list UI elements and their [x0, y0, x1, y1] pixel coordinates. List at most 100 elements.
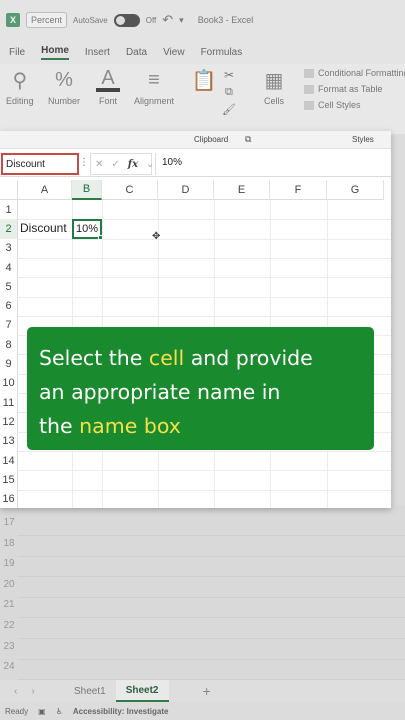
row-header-11[interactable]: 11	[0, 393, 18, 413]
row-header-21[interactable]: 21	[0, 599, 18, 610]
percent-icon: %	[55, 68, 73, 91]
row-header-9[interactable]: 9	[0, 354, 18, 374]
insert-function-icon[interactable]: fx	[128, 159, 138, 170]
tab-insert[interactable]: Insert	[85, 47, 110, 58]
fill-handle[interactable]	[98, 235, 103, 240]
row-header-3[interactable]: 3	[0, 238, 18, 258]
more-icon[interactable]: ⋮	[79, 157, 89, 168]
sheet-tab-sheet1[interactable]: Sheet1	[64, 680, 116, 702]
copy-icon[interactable]: ⧉	[225, 86, 233, 99]
tab-view[interactable]: View	[163, 47, 185, 58]
callout-highlight-name-box: name box	[79, 414, 181, 438]
ribbon-tabs: File Home Insert Data View Formulas	[0, 40, 405, 64]
editing-group[interactable]: ⚲ Editing	[6, 68, 34, 107]
row-header-17[interactable]: 17	[0, 517, 18, 528]
chevron-down-icon[interactable]: ⌄	[146, 159, 154, 170]
row-header-13[interactable]: 13	[0, 431, 18, 451]
row-header-2[interactable]: 2	[0, 219, 18, 239]
alignment-label: Alignment	[134, 96, 175, 106]
chevron-down-icon[interactable]: ▾	[179, 15, 184, 26]
row-header-1[interactable]: 1	[0, 200, 18, 220]
paste-icon: 📋	[191, 69, 217, 92]
instruction-callout: Select the cell and provide an appropria…	[27, 327, 374, 450]
number-group[interactable]: % Number	[48, 68, 80, 107]
row-header-16[interactable]: 16	[0, 489, 18, 508]
row-header-18[interactable]: 18	[0, 538, 18, 549]
font-color-icon: A	[96, 67, 120, 92]
cell-b2-value: 10%	[75, 223, 99, 235]
row-header-19[interactable]: 19	[0, 558, 18, 569]
grid-below-panel: 17 18 19 20 21 22 23 24	[0, 505, 405, 681]
accessibility-status[interactable]: Accessibility: Investigate	[73, 707, 169, 716]
cell-b2-selected[interactable]: 10%	[72, 219, 103, 240]
row-gridline	[18, 535, 405, 536]
row-header-22[interactable]: 22	[0, 620, 18, 631]
chevron-right-icon[interactable]: ›	[31, 686, 34, 697]
cell-a2[interactable]: Discount	[20, 221, 67, 235]
formula-input[interactable]: 10%	[155, 153, 391, 175]
row-header-4[interactable]: 4	[0, 257, 18, 278]
cells-grid-icon: ▦	[264, 69, 284, 92]
cancel-icon[interactable]: ✕	[95, 159, 103, 170]
row-header-20[interactable]: 20	[0, 579, 18, 590]
cells-group[interactable]: ▦ Cells	[262, 68, 286, 107]
column-header-b[interactable]: B	[72, 180, 102, 200]
chevron-left-icon[interactable]: ‹	[14, 686, 17, 697]
paste-button[interactable]: 📋	[191, 68, 217, 92]
cell-styles-button[interactable]: Cell Styles	[304, 100, 405, 111]
tab-home[interactable]: Home	[41, 45, 69, 60]
row-gridline	[18, 617, 405, 619]
autosave-toggle[interactable]	[113, 13, 140, 27]
formula-buttons: ✕ ✓ fx ⌄	[90, 153, 154, 175]
tab-formulas[interactable]: Formulas	[201, 47, 243, 58]
macro-record-icon[interactable]: ▣	[38, 707, 46, 716]
name-box[interactable]: Discount	[1, 153, 79, 175]
conditional-formatting-button[interactable]: Conditional Formatting	[304, 68, 405, 79]
row-header-12[interactable]: 12	[0, 412, 18, 432]
alignment-group[interactable]: ≡ Alignment	[134, 68, 175, 107]
search-icon: ⚲	[12, 69, 28, 92]
column-header-g[interactable]: G	[327, 180, 384, 200]
callout-highlight-cell: cell	[148, 346, 185, 370]
row-gridline	[18, 489, 391, 491]
row-header-8[interactable]: 8	[0, 335, 18, 355]
row-gridline	[18, 450, 391, 452]
add-sheet-icon[interactable]: +	[203, 683, 211, 699]
enter-icon[interactable]: ✓	[111, 159, 119, 170]
row-header-23[interactable]: 23	[0, 641, 18, 652]
format-as-table-button[interactable]: Format as Table	[304, 84, 405, 95]
sheet-tab-sheet2[interactable]: Sheet2	[115, 680, 169, 702]
column-header-d[interactable]: D	[158, 180, 214, 200]
row-header-10[interactable]: 10	[0, 373, 18, 393]
row-header-24[interactable]: 24	[0, 661, 18, 672]
undo-icon[interactable]: ↶	[162, 12, 173, 28]
tab-data[interactable]: Data	[126, 47, 147, 58]
formula-bar: Discount ⋮ ✕ ✓ fx ⌄ 10%	[0, 151, 391, 177]
column-header-e[interactable]: E	[214, 180, 270, 200]
callout-line-1: Select the cell and provide	[39, 341, 362, 375]
column-header-a[interactable]: A	[18, 180, 72, 200]
row-gridline	[18, 658, 405, 660]
table-icon	[304, 85, 314, 95]
number-format-chip[interactable]: Percent	[26, 12, 68, 28]
ribbon: ⚲ Editing % Number A Font ≡ Alignment 📋 …	[0, 64, 405, 134]
row-gridline	[18, 277, 391, 279]
row-gridline	[18, 555, 405, 557]
row-header-5[interactable]: 5	[0, 277, 18, 297]
dialog-launcher-icon[interactable]: ⧉	[245, 134, 251, 145]
cell-styles-icon	[304, 101, 314, 111]
callout-line-2: an appropriate name in	[39, 380, 281, 404]
cut-icon[interactable]: ✂	[224, 68, 234, 82]
column-header-c[interactable]: C	[102, 180, 158, 200]
select-all-corner[interactable]	[0, 180, 18, 200]
row-header-7[interactable]: 7	[0, 315, 18, 336]
format-painter-icon[interactable]: 🖌	[222, 103, 236, 116]
column-header-f[interactable]: F	[270, 180, 327, 200]
font-group[interactable]: A Font	[96, 67, 120, 106]
mouse-cursor-icon: ✥	[152, 231, 161, 242]
tab-file[interactable]: File	[9, 47, 25, 58]
clipboard-tools[interactable]: ✂ ⧉ 🖌	[222, 68, 236, 116]
row-header-6[interactable]: 6	[0, 296, 18, 316]
row-header-14[interactable]: 14	[0, 450, 18, 471]
row-header-15[interactable]: 15	[0, 470, 18, 490]
